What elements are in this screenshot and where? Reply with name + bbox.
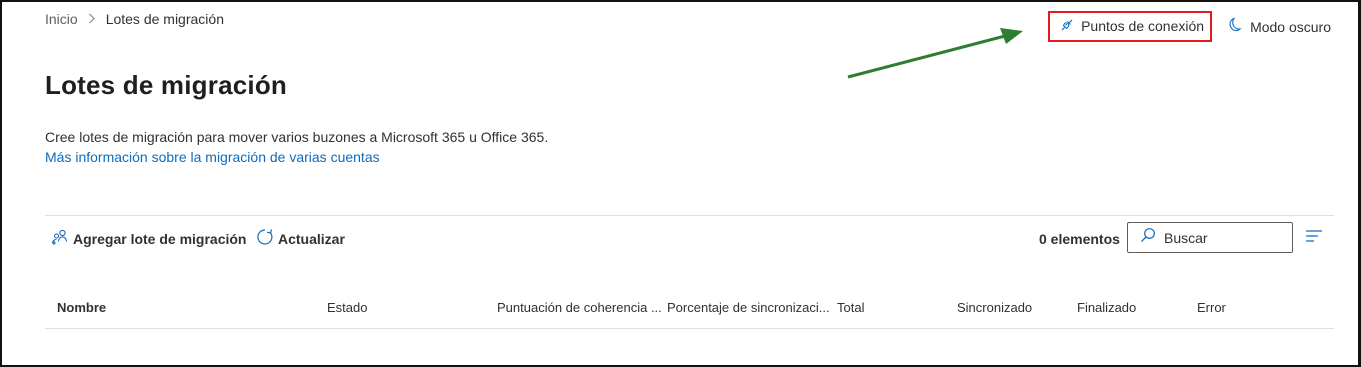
- section-divider: [45, 215, 1334, 216]
- add-migration-batch-button[interactable]: Agregar lote de migración: [51, 228, 246, 249]
- search-icon: [1140, 227, 1156, 248]
- breadcrumb-home-link[interactable]: Inicio: [45, 11, 78, 27]
- dark-mode-toggle[interactable]: Modo oscuro: [1226, 17, 1331, 37]
- item-count: 0 elementos: [1039, 231, 1120, 247]
- filter-icon[interactable]: [1305, 229, 1323, 248]
- refresh-button[interactable]: Actualizar: [256, 228, 345, 249]
- add-people-icon: [51, 228, 69, 249]
- moon-icon: [1226, 17, 1242, 37]
- column-header-name[interactable]: Nombre: [57, 300, 106, 315]
- breadcrumb-current: Lotes de migración: [105, 11, 224, 27]
- annotation-arrow: [847, 28, 1023, 79]
- page-title: Lotes de migración: [45, 70, 287, 100]
- search-input[interactable]: [1162, 228, 1286, 247]
- learn-more-link[interactable]: Más información sobre la migración de va…: [45, 149, 380, 165]
- column-header-consistency-score[interactable]: Puntuación de coherencia ...: [497, 300, 662, 315]
- table-header: Nombre Estado Puntuación de coherencia .…: [45, 297, 1334, 329]
- refresh-icon: [256, 228, 274, 249]
- chevron-right-icon: [88, 12, 96, 27]
- column-header-total[interactable]: Total: [837, 300, 864, 315]
- search-box[interactable]: [1127, 222, 1293, 253]
- connection-points-label: Puntos de conexión: [1081, 18, 1205, 34]
- column-header-status[interactable]: Estado: [327, 300, 367, 315]
- column-header-error[interactable]: Error: [1197, 300, 1226, 315]
- top-actions: Puntos de conexión Modo oscuro: [1048, 11, 1331, 42]
- page-description: Cree lotes de migración para mover vario…: [45, 129, 549, 145]
- breadcrumb: Inicio Lotes de migración: [45, 11, 224, 27]
- column-header-sync-percentage[interactable]: Porcentaje de sincronizaci...: [667, 300, 830, 315]
- connection-points-button[interactable]: Puntos de conexión: [1048, 11, 1213, 42]
- plug-icon: [1059, 17, 1075, 36]
- dark-mode-label: Modo oscuro: [1250, 18, 1331, 35]
- column-header-finalized[interactable]: Finalizado: [1077, 300, 1136, 315]
- refresh-label: Actualizar: [278, 230, 345, 247]
- column-header-synced[interactable]: Sincronizado: [957, 300, 1032, 315]
- add-migration-batch-label: Agregar lote de migración: [73, 230, 247, 247]
